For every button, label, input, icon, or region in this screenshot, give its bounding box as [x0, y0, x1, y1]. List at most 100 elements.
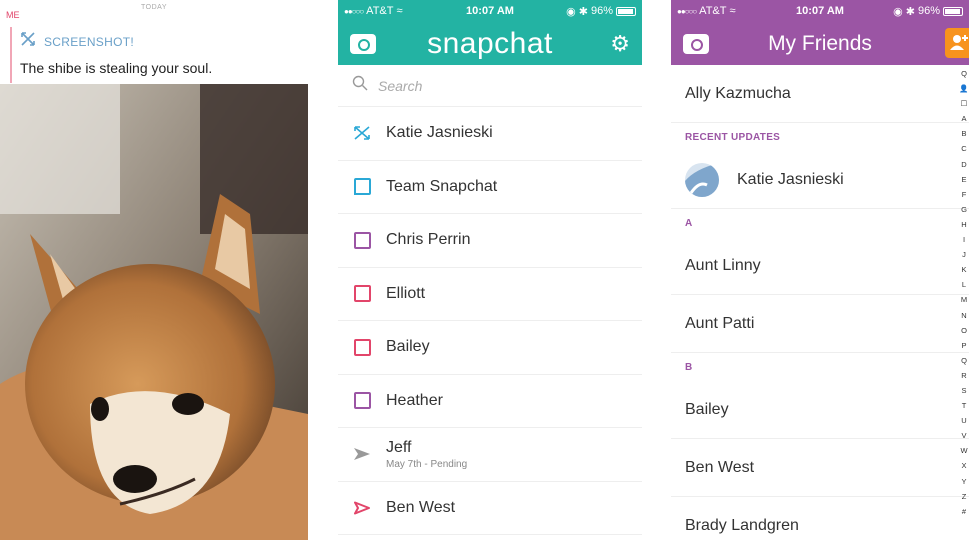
message-accent-bar: [10, 27, 12, 83]
section-header-a: A: [685, 217, 693, 229]
snap-row-text: Ben West: [386, 499, 455, 517]
friend-row[interactable]: Ben West: [671, 439, 969, 497]
friend-name: Ben West: [685, 458, 755, 476]
index-letter[interactable]: H: [961, 217, 966, 232]
my-friends-panel: ●●○○○ AT&T ≈ 10:07 AM ◉ ✱ 96% My Friends…: [671, 0, 969, 540]
index-letter[interactable]: O: [961, 323, 967, 338]
search-input[interactable]: [378, 77, 598, 94]
snap-sender-name: Chris Perrin: [386, 231, 471, 249]
index-letter[interactable]: N: [961, 308, 966, 323]
snap-row[interactable]: Bailey: [338, 321, 642, 375]
battery-icon: [616, 6, 636, 16]
index-letter[interactable]: W: [960, 443, 967, 458]
index-letter[interactable]: F: [962, 187, 967, 202]
index-letter[interactable]: R: [961, 368, 966, 383]
square-icon: [352, 285, 372, 303]
friend-name: Bailey: [685, 400, 729, 418]
index-letter[interactable]: A: [961, 111, 966, 126]
square-icon: [352, 231, 372, 249]
snap-sender-name: Jeff: [386, 438, 412, 456]
index-letter[interactable]: X: [961, 458, 966, 473]
friend-name: Ally Kazmucha: [685, 84, 791, 102]
index-letter[interactable]: Y: [961, 474, 966, 489]
index-letter[interactable]: 👤: [959, 81, 968, 96]
snap-row-text: Chris Perrin: [386, 231, 470, 249]
snap-row[interactable]: Jeff May 7th - Pending: [338, 428, 642, 482]
search-icon: [352, 75, 368, 96]
snap-row-text: Bailey: [386, 338, 430, 356]
section-header-b: B: [685, 361, 693, 373]
screenshot-icon: [352, 125, 372, 141]
index-letter[interactable]: V: [961, 428, 966, 443]
index-letter[interactable]: J: [962, 247, 966, 262]
snap-status: May 7th - Pending: [386, 458, 468, 470]
snap-row-text: Jeff May 7th - Pending: [386, 439, 467, 470]
friend-row[interactable]: Aunt Linny: [671, 237, 969, 295]
recent-friend-row[interactable]: Katie Jasnieski: [671, 151, 969, 209]
index-letter[interactable]: P: [961, 338, 966, 353]
add-friend-button[interactable]: [945, 28, 969, 58]
status-time: 10:07 AM: [466, 5, 514, 17]
index-letter[interactable]: E: [961, 172, 966, 187]
snap-row[interactable]: Team Snapchat: [338, 161, 642, 214]
friends-a-list: Aunt Linny Aunt Patti: [671, 237, 969, 353]
index-letter[interactable]: #: [962, 504, 966, 519]
friend-row-top[interactable]: Ally Kazmucha: [671, 65, 969, 123]
index-letter[interactable]: S: [961, 383, 966, 398]
square-icon: [352, 338, 372, 356]
add-friend-icon: [950, 34, 968, 50]
index-letter[interactable]: M: [961, 292, 967, 307]
index-letter[interactable]: Q: [961, 66, 967, 81]
snap-row[interactable]: Heather: [338, 375, 642, 428]
avatar: [685, 162, 719, 197]
index-letter[interactable]: T: [962, 398, 967, 413]
sender-label: ME: [6, 10, 20, 20]
alphabet-index[interactable]: Q 👤 ☐ A B C D E F G H I J K L M N O P Q R S T U V W X Y Z #: [959, 66, 969, 519]
snap-sender-name: Elliott: [386, 284, 426, 302]
index-letter[interactable]: D: [961, 157, 966, 172]
search-bar: [338, 65, 642, 107]
arrow-icon: [352, 447, 372, 461]
snap-row[interactable]: Chris Perrin: [338, 214, 642, 268]
index-letter[interactable]: B: [961, 126, 966, 141]
index-letter[interactable]: Z: [962, 489, 967, 504]
chat-panel: TODAY ME SCREENSHOT! The shibe is steali…: [0, 0, 308, 540]
battery-icon: [943, 6, 963, 16]
snap-row-text: Heather: [386, 392, 443, 410]
index-letter[interactable]: I: [963, 232, 965, 247]
snap-row-text: Elliott: [386, 285, 425, 303]
snap-row[interactable]: Katie Jasnieski: [338, 107, 642, 161]
snap-sender-name: Bailey: [386, 338, 430, 356]
snapchat-inbox-panel: ●●○○○ AT&T ≈ 10:07 AM ◉ ✱ 96% snapchat ⚙…: [338, 0, 642, 540]
index-letter[interactable]: G: [961, 202, 967, 217]
app-title: snapchat: [427, 26, 553, 60]
status-time: 10:07 AM: [796, 5, 844, 17]
index-letter[interactable]: U: [961, 413, 966, 428]
snap-row[interactable]: Ben West: [338, 482, 642, 535]
friend-row[interactable]: Aunt Patti: [671, 295, 969, 353]
index-letter[interactable]: L: [962, 277, 966, 292]
friend-name: Katie Jasnieski: [737, 170, 844, 188]
index-letter[interactable]: C: [961, 141, 966, 156]
friends-b-list: Bailey Ben West Brady Landgren: [671, 381, 969, 540]
snap-row[interactable]: Elliott: [338, 268, 642, 321]
app-header: snapchat ⚙: [338, 22, 642, 65]
index-letter[interactable]: Q: [961, 353, 967, 368]
snap-sender-name: Ben West: [386, 498, 456, 516]
friend-row[interactable]: Bailey: [671, 381, 969, 439]
status-bar: ●●○○○ AT&T ≈ 10:07 AM ◉ ✱ 96%: [671, 0, 969, 22]
friend-row[interactable]: Brady Landgren: [671, 497, 969, 540]
snap-row-text: Team Snapchat: [386, 178, 497, 196]
chat-icon: [352, 178, 372, 196]
index-letter[interactable]: K: [961, 262, 966, 277]
day-label: TODAY: [141, 4, 167, 11]
snap-sender-name: Katie Jasnieski: [386, 124, 493, 142]
screenshot-collage: TODAY ME SCREENSHOT! The shibe is steali…: [0, 0, 969, 540]
page-title: My Friends: [768, 31, 872, 55]
app-header: My Friends: [671, 22, 969, 65]
snap-row-text: Katie Jasnieski: [386, 124, 493, 142]
shiba-photo[interactable]: [0, 84, 308, 540]
sent-arrow-icon: [352, 501, 372, 515]
screenshot-notice: SCREENSHOT!: [20, 32, 134, 51]
index-letter[interactable]: ☐: [961, 96, 968, 111]
